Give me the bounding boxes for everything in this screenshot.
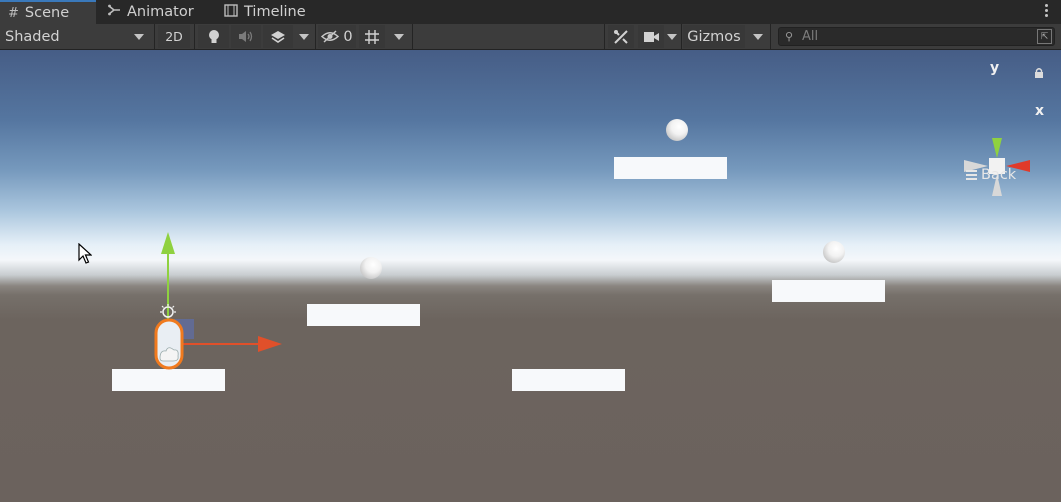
platform[interactable] xyxy=(512,369,625,391)
sphere-collectible[interactable] xyxy=(823,241,845,263)
y-cone-icon xyxy=(992,138,1002,158)
chevron-down-icon xyxy=(134,34,144,40)
more-options-icon[interactable] xyxy=(1045,3,1049,19)
tab-timeline-label: Timeline xyxy=(244,4,306,20)
toolbar-divider xyxy=(194,24,195,49)
effects-dropdown[interactable] xyxy=(295,25,313,48)
camera-icon xyxy=(643,31,659,42)
search-placeholder: All xyxy=(802,29,819,44)
chevron-down-icon xyxy=(667,33,677,40)
window-tab-bar: # Scene Animator Timeline xyxy=(0,0,1061,24)
scene-search-input[interactable]: ⚲ All ⇱ xyxy=(778,27,1055,46)
search-by-type-icon[interactable]: ⇱ xyxy=(1037,29,1052,44)
tab-animator-label: Animator xyxy=(127,4,194,20)
chevron-down-icon xyxy=(299,33,309,40)
light-bulb-icon xyxy=(208,29,219,43)
y-axis-arrow-icon xyxy=(161,232,175,254)
tab-scene-label: Scene xyxy=(24,5,70,21)
hash-grid-icon: # xyxy=(8,5,19,21)
grid-dropdown[interactable] xyxy=(388,25,410,48)
sphere-collectible[interactable] xyxy=(360,257,382,279)
view-name: Back xyxy=(981,167,1017,183)
lighting-toggle-button[interactable] xyxy=(198,25,229,48)
grid-toggle-button[interactable] xyxy=(359,25,385,48)
hidden-count: 0 xyxy=(343,28,353,45)
platform[interactable] xyxy=(772,280,885,302)
scene-visibility-button[interactable]: 0 xyxy=(318,25,356,48)
toolbar-divider xyxy=(681,24,682,49)
animator-icon xyxy=(108,4,121,20)
search-icon: ⚲ xyxy=(785,30,794,43)
gizmo-x-label: x xyxy=(1035,103,1045,119)
toolbar-divider xyxy=(770,24,771,49)
gizmos-button[interactable]: Gizmos xyxy=(683,25,745,48)
tab-scene[interactable]: # Scene xyxy=(0,0,96,24)
eye-hidden-icon xyxy=(321,30,340,43)
platform[interactable] xyxy=(307,304,420,326)
scene-toolbar: Shaded 2D 0 Gizmos ⚲ All ⇱ xyxy=(0,24,1061,50)
toolbar-divider xyxy=(412,24,413,49)
view-orientation-label[interactable]: Back xyxy=(966,167,1016,183)
platform[interactable] xyxy=(614,157,727,179)
camera-settings-button[interactable] xyxy=(638,25,664,48)
2d-label: 2D xyxy=(165,29,183,44)
grid-icon xyxy=(365,29,379,44)
tools-icon xyxy=(614,29,628,44)
sphere-collectible[interactable] xyxy=(666,119,688,141)
scene-viewport[interactable]: y x Back xyxy=(0,50,1061,502)
toolbar-divider xyxy=(154,24,155,49)
gizmos-dropdown[interactable] xyxy=(748,25,768,48)
draw-mode-value: Shaded xyxy=(5,28,60,45)
draw-mode-dropdown[interactable]: Shaded xyxy=(0,25,152,48)
chevron-down-icon xyxy=(753,33,763,40)
2d-toggle-button[interactable]: 2D xyxy=(158,25,190,48)
x-axis-arrow-icon xyxy=(258,336,282,352)
gizmos-label: Gizmos xyxy=(687,28,741,45)
player-move-gizmo[interactable] xyxy=(150,230,290,380)
tools-toggle-button[interactable] xyxy=(608,25,634,48)
tab-timeline[interactable]: Timeline xyxy=(224,0,306,24)
tab-animator[interactable]: Animator xyxy=(108,0,194,24)
toolbar-divider xyxy=(604,24,605,49)
mouse-cursor-icon xyxy=(78,243,92,264)
camera-dropdown[interactable] xyxy=(664,25,680,48)
film-strip-icon xyxy=(224,3,238,21)
gizmo-y-label: y xyxy=(990,60,1000,76)
audio-toggle-button[interactable] xyxy=(231,25,261,48)
toolbar-divider xyxy=(315,24,316,49)
chevron-down-icon xyxy=(394,33,404,40)
speaker-icon xyxy=(239,31,253,42)
lock-icon[interactable] xyxy=(1034,67,1044,78)
layers-icon xyxy=(271,30,285,43)
menu-lines-icon xyxy=(966,168,977,182)
effects-toggle-button[interactable] xyxy=(263,25,293,48)
